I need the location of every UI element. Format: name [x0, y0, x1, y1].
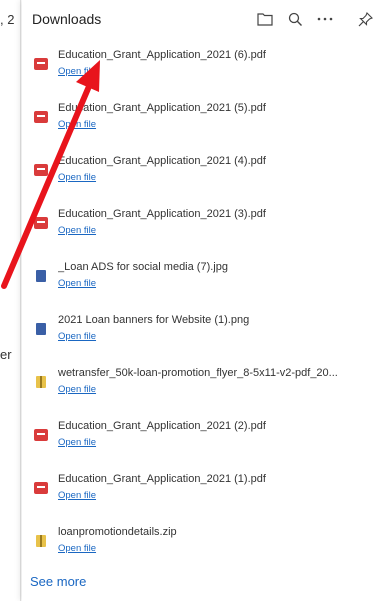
- file-name[interactable]: Education_Grant_Application_2021 (3).pdf: [58, 208, 378, 220]
- file-name[interactable]: Education_Grant_Application_2021 (5).pdf: [58, 102, 378, 114]
- search-icon: [288, 12, 302, 26]
- downloads-header: Downloads: [22, 0, 381, 40]
- background-text-fragment: er: [0, 347, 12, 362]
- download-item[interactable]: Education_Grant_Application_2021 (1).pdf…: [22, 466, 381, 519]
- file-name[interactable]: _Loan ADS for social media (7).jpg: [58, 261, 378, 273]
- pdf-file-icon: [34, 164, 48, 176]
- download-item[interactable]: wetransfer_50k-loan-promotion_flyer_8-5x…: [22, 360, 381, 413]
- downloads-list: Education_Grant_Application_2021 (6).pdf…: [22, 42, 381, 572]
- panel-title: Downloads: [32, 11, 102, 27]
- download-item[interactable]: Education_Grant_Application_2021 (2).pdf…: [22, 413, 381, 466]
- file-name[interactable]: loanpromotiondetails.zip: [58, 526, 378, 538]
- open-file-link[interactable]: Open file: [58, 437, 96, 448]
- pdf-file-icon: [34, 111, 48, 123]
- file-name[interactable]: Education_Grant_Application_2021 (6).pdf: [58, 49, 378, 61]
- open-file-link[interactable]: Open file: [58, 543, 96, 554]
- more-icon: [317, 17, 333, 21]
- open-file-link[interactable]: Open file: [58, 384, 96, 395]
- zip-file-icon: [36, 535, 46, 547]
- file-name[interactable]: 2021 Loan banners for Website (1).png: [58, 314, 378, 326]
- see-more-link[interactable]: See more: [30, 574, 86, 589]
- folder-icon: [257, 13, 273, 26]
- background-page-edge: , 2 er: [0, 0, 21, 601]
- open-folder-button[interactable]: [254, 8, 276, 30]
- download-item[interactable]: _Loan ADS for social media (7).jpg Open f…: [22, 254, 381, 307]
- pdf-file-icon: [34, 482, 48, 494]
- pdf-file-icon: [34, 429, 48, 441]
- open-file-link[interactable]: Open file: [58, 490, 96, 501]
- open-file-link[interactable]: Open file: [58, 225, 96, 236]
- download-item[interactable]: Education_Grant_Application_2021 (3).pdf…: [22, 201, 381, 254]
- image-file-icon: [36, 270, 46, 282]
- pin-panel-button[interactable]: [354, 8, 376, 30]
- downloads-panel: Downloads Education_Grant_Application_20…: [22, 0, 381, 601]
- download-item[interactable]: Education_Grant_Application_2021 (5).pdf…: [22, 95, 381, 148]
- file-name[interactable]: wetransfer_50k-loan-promotion_flyer_8-5x…: [58, 367, 378, 379]
- background-text-fragment: , 2: [0, 12, 15, 27]
- image-file-icon: [36, 323, 46, 335]
- open-file-link[interactable]: Open file: [58, 172, 96, 183]
- file-name[interactable]: Education_Grant_Application_2021 (4).pdf: [58, 155, 378, 167]
- download-item[interactable]: Education_Grant_Application_2021 (6).pdf…: [22, 42, 381, 95]
- pdf-file-icon: [34, 58, 48, 70]
- open-file-link[interactable]: Open file: [58, 331, 96, 342]
- download-item[interactable]: 2021 Loan banners for Website (1).png Ope…: [22, 307, 381, 360]
- file-name[interactable]: Education_Grant_Application_2021 (1).pdf: [58, 473, 378, 485]
- zip-file-icon: [36, 376, 46, 388]
- download-item[interactable]: loanpromotiondetails.zip Open file: [22, 519, 381, 572]
- open-file-link[interactable]: Open file: [58, 66, 96, 77]
- pdf-file-icon: [34, 217, 48, 229]
- open-file-link[interactable]: Open file: [58, 119, 96, 130]
- search-downloads-button[interactable]: [284, 8, 306, 30]
- pin-icon: [358, 11, 373, 26]
- more-options-button[interactable]: [314, 8, 336, 30]
- file-name[interactable]: Education_Grant_Application_2021 (2).pdf: [58, 420, 378, 432]
- open-file-link[interactable]: Open file: [58, 278, 96, 289]
- download-item[interactable]: Education_Grant_Application_2021 (4).pdf…: [22, 148, 381, 201]
